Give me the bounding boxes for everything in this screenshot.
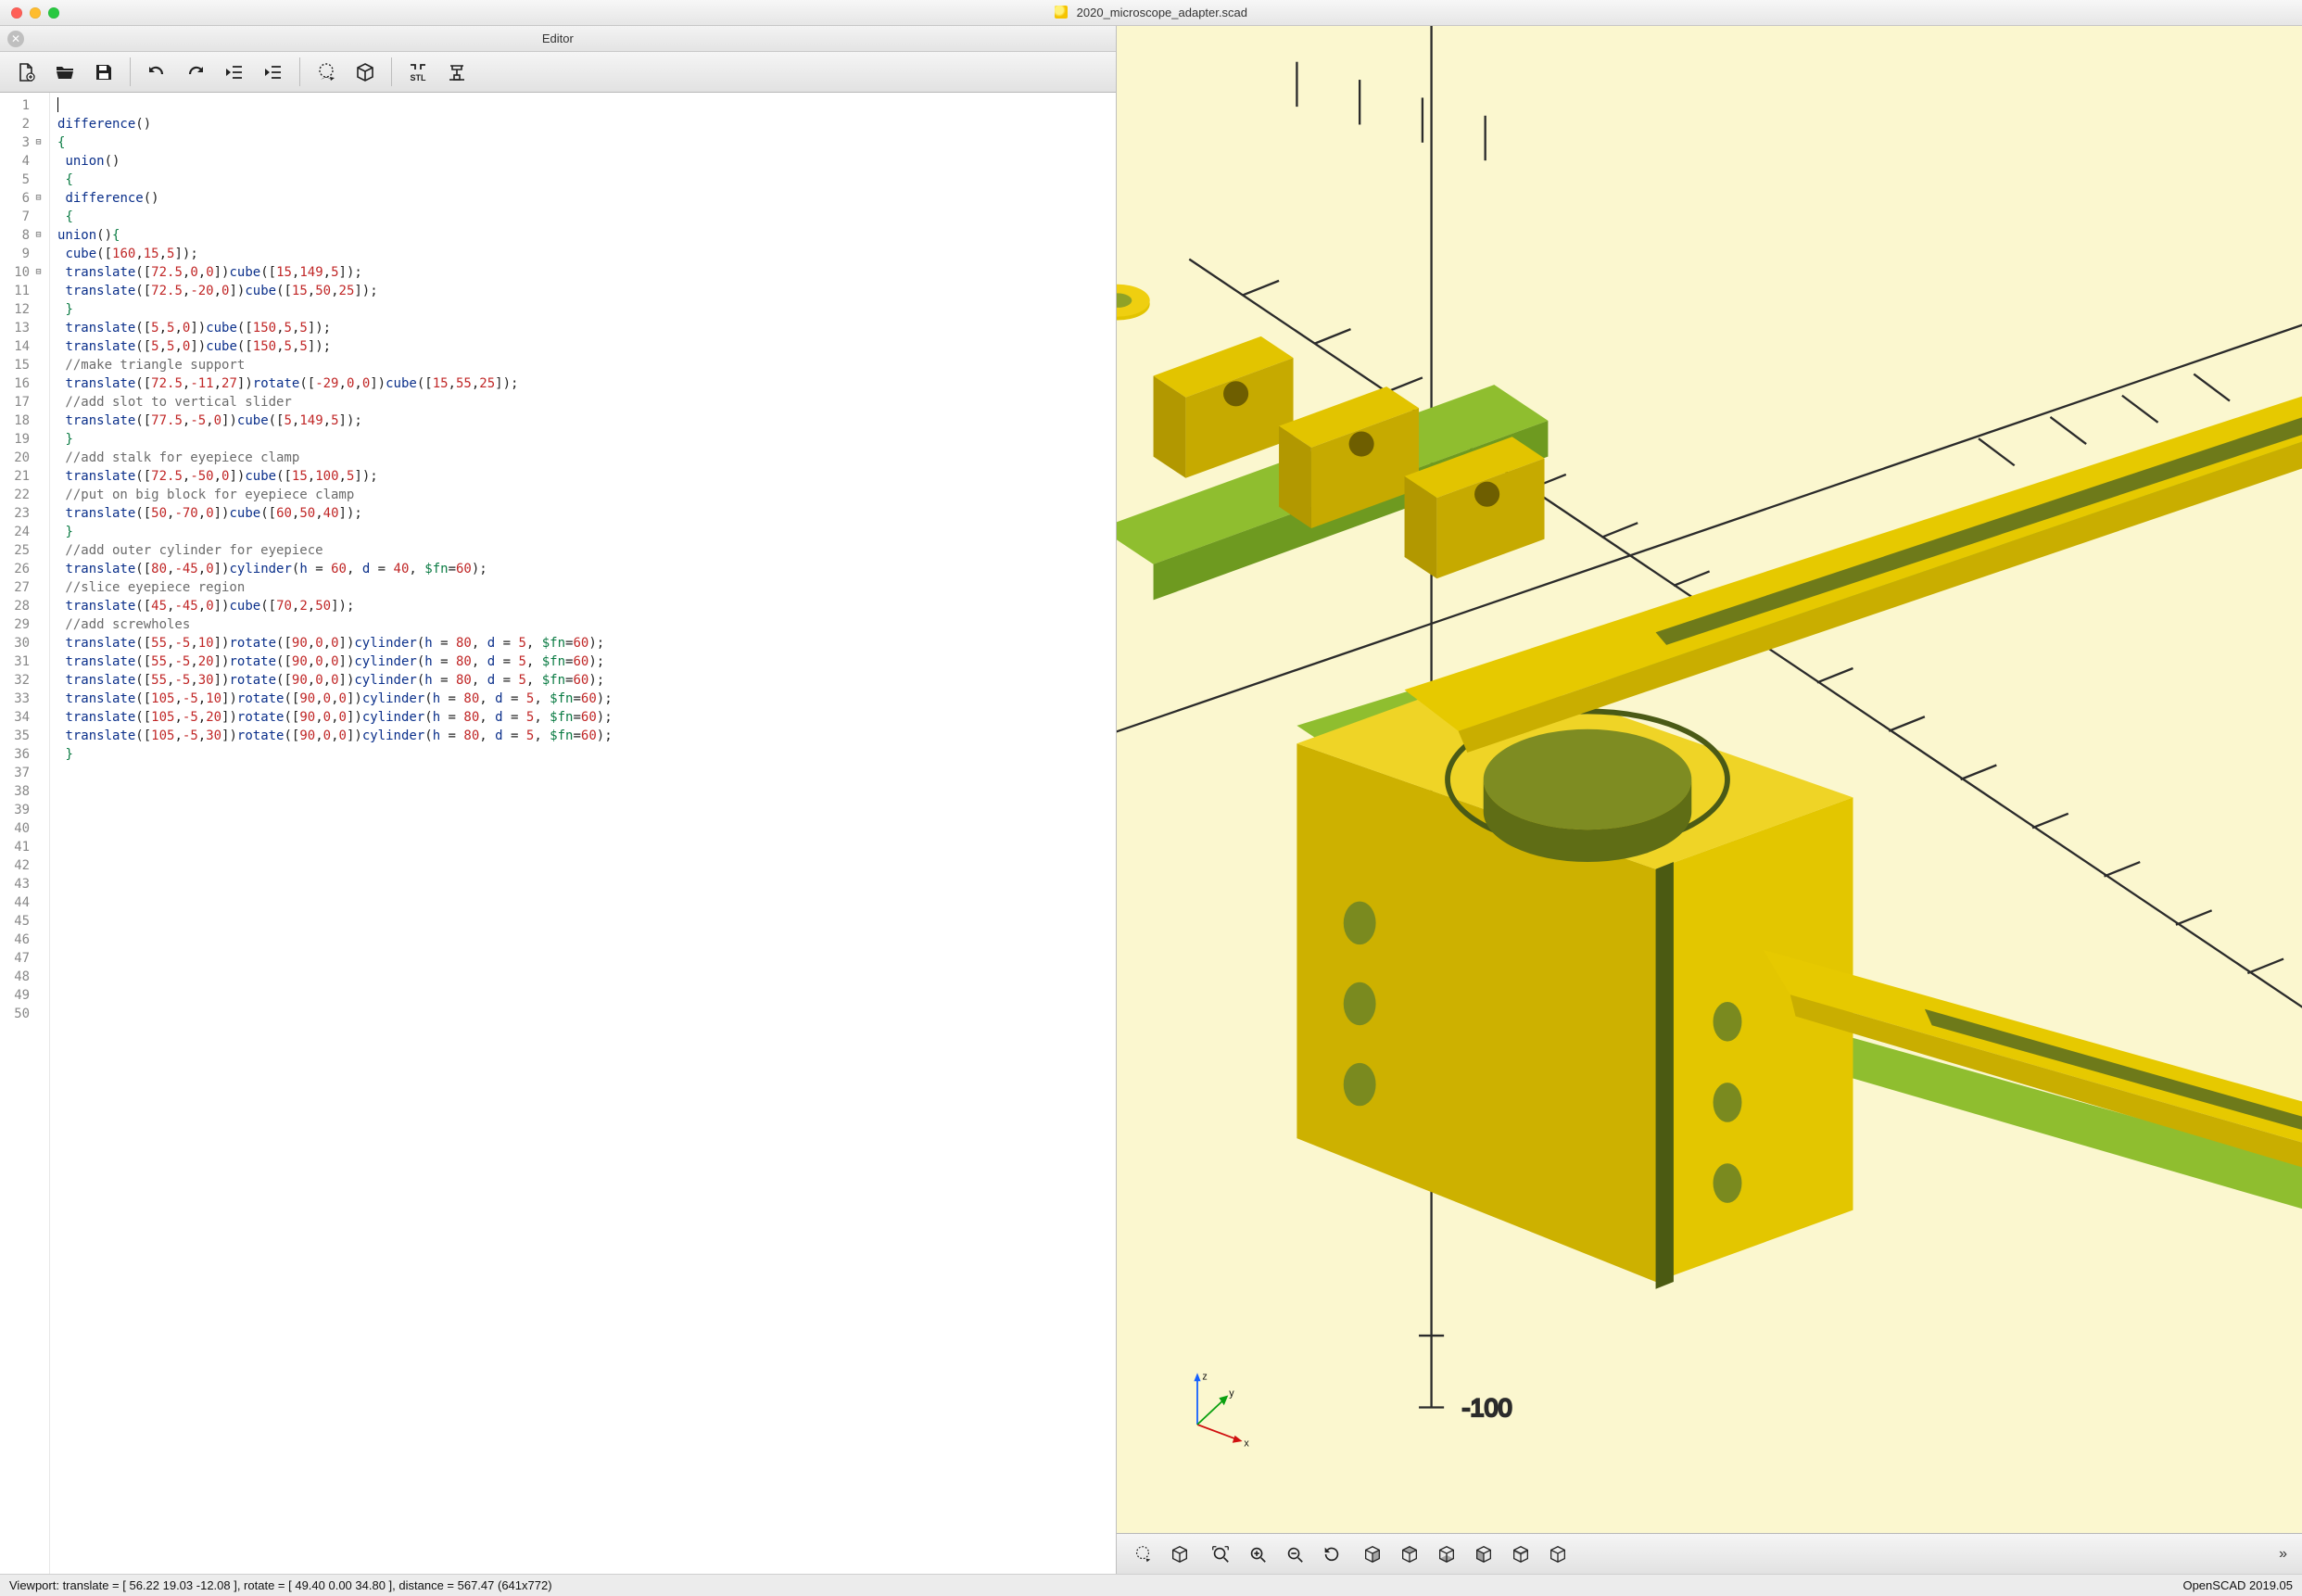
export-stl-button[interactable]: STL (401, 58, 435, 86)
zoom-out-icon (1284, 1544, 1305, 1564)
indent-icon (262, 61, 285, 83)
zoom-out-button[interactable] (1278, 1540, 1311, 1568)
code-area[interactable]: difference(){ union() { difference() {un… (50, 93, 1116, 1574)
3d-scene: -100 (1117, 26, 2302, 1533)
send-to-print-button[interactable] (440, 58, 474, 86)
redo-icon (184, 61, 207, 83)
zoom-fit-button[interactable] (1204, 1540, 1237, 1568)
cube-face-icon (1548, 1544, 1568, 1564)
editor-toolbar: STL (0, 52, 1116, 93)
axis-z-label: z (1202, 1371, 1207, 1382)
window-titlebar: 2020_microscope_adapter.scad (0, 0, 2302, 26)
reset-view-button[interactable] (1315, 1540, 1348, 1568)
preview-icon (315, 61, 337, 83)
cube-face-icon (1399, 1544, 1420, 1564)
window-title-text: 2020_microscope_adapter.scad (1077, 6, 1247, 19)
cube-face-icon (1511, 1544, 1531, 1564)
view-back-button[interactable] (1541, 1540, 1575, 1568)
save-file-button[interactable] (87, 58, 120, 86)
save-icon (93, 61, 115, 83)
indent-button[interactable] (257, 58, 290, 86)
code-editor[interactable]: 1234567891011121314151617181920212223242… (0, 93, 1116, 1574)
toolbar-separator (130, 57, 131, 86)
toolbar-separator (391, 57, 392, 86)
view-top-button[interactable] (1393, 1540, 1426, 1568)
zoom-fit-icon (1210, 1544, 1231, 1564)
viewport-status-text: Viewport: translate = [ 56.22 19.03 -12.… (9, 1578, 552, 1592)
reset-icon (1322, 1544, 1342, 1564)
zoom-in-icon (1247, 1544, 1268, 1564)
main-split: ✕ Editor (0, 26, 2302, 1574)
cube-face-icon (1474, 1544, 1494, 1564)
toolbar-separator (299, 57, 300, 86)
cube-icon (1170, 1544, 1190, 1564)
new-file-button[interactable] (9, 58, 43, 86)
model-track-pieces (1117, 285, 1548, 601)
preview-button[interactable] (310, 58, 343, 86)
new-file-icon (15, 61, 37, 83)
editor-pane: ✕ Editor (0, 26, 1117, 1574)
editor-pane-head: ✕ Editor (0, 26, 1116, 52)
render-cube-icon (354, 61, 376, 83)
editor-gutter: 1234567891011121314151617181920212223242… (0, 93, 50, 1574)
axis-x-label: x (1244, 1438, 1249, 1449)
preview-icon (1132, 1544, 1153, 1564)
viewer-pane: -100 (1117, 26, 2302, 1574)
svg-text:STL: STL (411, 73, 427, 82)
cube-face-icon (1362, 1544, 1383, 1564)
open-folder-icon (54, 61, 76, 83)
render-button[interactable] (348, 58, 382, 86)
view-right-button[interactable] (1356, 1540, 1389, 1568)
viewer-preview-button[interactable] (1126, 1540, 1159, 1568)
app-version-text: OpenSCAD 2019.05 (2182, 1578, 2293, 1592)
undo-icon (145, 61, 168, 83)
window-title: 2020_microscope_adapter.scad (0, 6, 2302, 19)
redo-button[interactable] (179, 58, 212, 86)
unindent-button[interactable] (218, 58, 251, 86)
viewer-toolbar: » (1117, 1533, 2302, 1574)
toolbar-overflow-button[interactable]: » (2273, 1546, 2293, 1563)
status-bar: Viewport: translate = [ 56.22 19.03 -12.… (0, 1574, 2302, 1596)
printer-icon (446, 61, 468, 83)
view-front-button[interactable] (1504, 1540, 1537, 1568)
editor-pane-title: Editor (0, 32, 1116, 45)
zoom-in-button[interactable] (1241, 1540, 1274, 1568)
axis-gizmo: z x y (1172, 1366, 1256, 1450)
axis-y-label: y (1229, 1387, 1234, 1399)
svg-text:-100: -100 (1461, 1393, 1511, 1422)
openscad-file-icon (1055, 6, 1068, 19)
3d-viewport[interactable]: -100 (1117, 26, 2302, 1533)
open-file-button[interactable] (48, 58, 82, 86)
view-bottom-button[interactable] (1430, 1540, 1463, 1568)
unindent-icon (223, 61, 246, 83)
export-stl-icon: STL (407, 61, 429, 83)
cube-face-icon (1436, 1544, 1457, 1564)
view-left-button[interactable] (1467, 1540, 1500, 1568)
model-main-block (1296, 672, 1853, 1289)
undo-button[interactable] (140, 58, 173, 86)
viewer-render-button[interactable] (1163, 1540, 1196, 1568)
